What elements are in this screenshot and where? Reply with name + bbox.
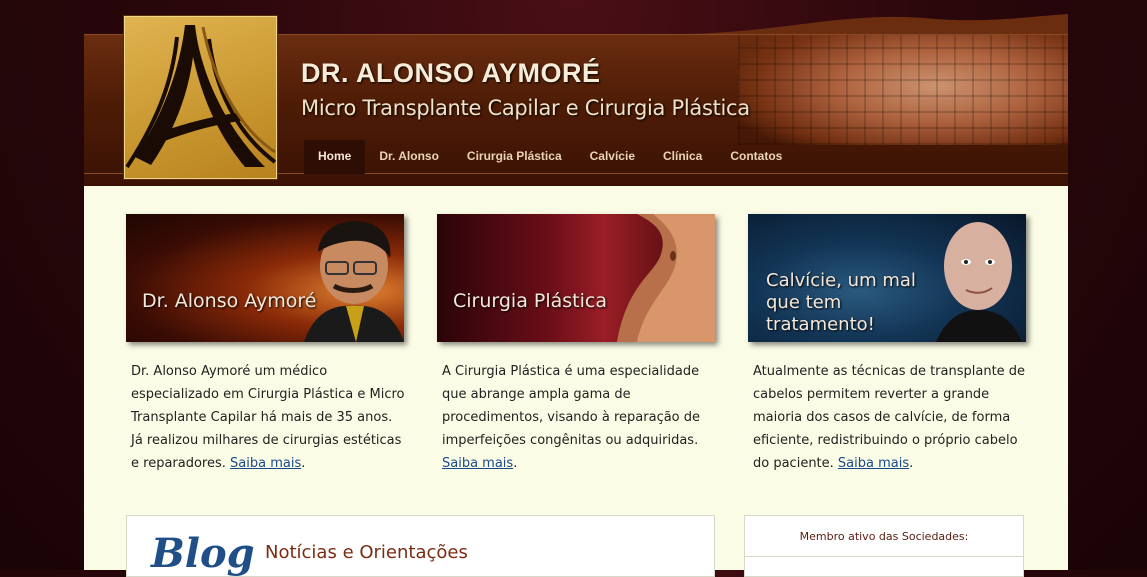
nav-clinica[interactable]: Clínica bbox=[649, 140, 716, 174]
main-content: Dr. Alonso Aymoré Dr. Alonso Aymoré um m… bbox=[84, 186, 1068, 577]
member-title: Membro ativo das Sociedades: bbox=[799, 530, 969, 543]
nav-dr-alonso[interactable]: Dr. Alonso bbox=[365, 140, 453, 174]
banner-text: Cirurgia Plástica bbox=[453, 290, 607, 312]
site-title: DR. ALONSO AYMORÉ bbox=[301, 58, 601, 88]
body-figure-icon bbox=[617, 214, 715, 342]
card-text: A Cirurgia Plástica é uma especialidade … bbox=[442, 364, 701, 471]
nav-cirurgia-plastica[interactable]: Cirurgia Plástica bbox=[453, 140, 576, 174]
banner-cirurgia-plastica[interactable]: Cirurgia Plástica bbox=[437, 214, 715, 342]
nav-calvicie[interactable]: Calvície bbox=[576, 140, 649, 174]
member-divider bbox=[745, 556, 1023, 557]
main-nav: Home Dr. Alonso Cirurgia Plástica Calvíc… bbox=[304, 140, 796, 174]
header-body-image bbox=[738, 35, 1068, 145]
card-dr-alonso: Dr. Alonso Aymoré Dr. Alonso Aymoré um m… bbox=[126, 214, 414, 475]
card-calvicie: Calvície, um mal que tem tratamento! Atu… bbox=[748, 214, 1036, 475]
banner-dr-alonso[interactable]: Dr. Alonso Aymoré bbox=[126, 214, 404, 342]
blog-box[interactable]: Blog Notícias e Orientações bbox=[126, 515, 715, 577]
banner-text: Dr. Alonso Aymoré bbox=[142, 290, 317, 312]
member-box: Membro ativo das Sociedades: bbox=[744, 515, 1024, 577]
blog-title: Notícias e Orientações bbox=[265, 542, 468, 563]
card-description: Dr. Alonso Aymoré um médico especializad… bbox=[131, 364, 405, 471]
card-description: Atualmente as técnicas de transplante de… bbox=[753, 364, 1026, 471]
nav-contatos[interactable]: Contatos bbox=[716, 140, 796, 174]
saiba-mais-link[interactable]: Saiba mais bbox=[230, 456, 301, 471]
page: DR. ALONSO AYMORÉ Micro Transplante Capi… bbox=[84, 0, 1068, 577]
card-text: Dr. Alonso Aymoré um médico especializad… bbox=[131, 364, 405, 471]
card-description: A Cirurgia Plástica é uma especialidade … bbox=[442, 364, 701, 448]
doctor-portrait-icon bbox=[304, 221, 404, 342]
logo-a-icon bbox=[125, 25, 277, 169]
banner-calvicie[interactable]: Calvície, um mal que tem tratamento! bbox=[748, 214, 1026, 342]
saiba-mais-link[interactable]: Saiba mais bbox=[442, 456, 513, 471]
site-subtitle: Micro Transplante Capilar e Cirurgia Plá… bbox=[301, 96, 750, 120]
banner-text: Calvície, um mal que tem tratamento! bbox=[766, 270, 916, 335]
card-text: Atualmente as técnicas de transplante de… bbox=[753, 364, 1026, 471]
nav-home[interactable]: Home bbox=[304, 140, 366, 174]
card-cirurgia-plastica: Cirurgia Plástica A Cirurgia Plástica é … bbox=[437, 214, 725, 475]
site-logo[interactable] bbox=[124, 16, 277, 179]
saiba-mais-link[interactable]: Saiba mais bbox=[838, 456, 909, 471]
